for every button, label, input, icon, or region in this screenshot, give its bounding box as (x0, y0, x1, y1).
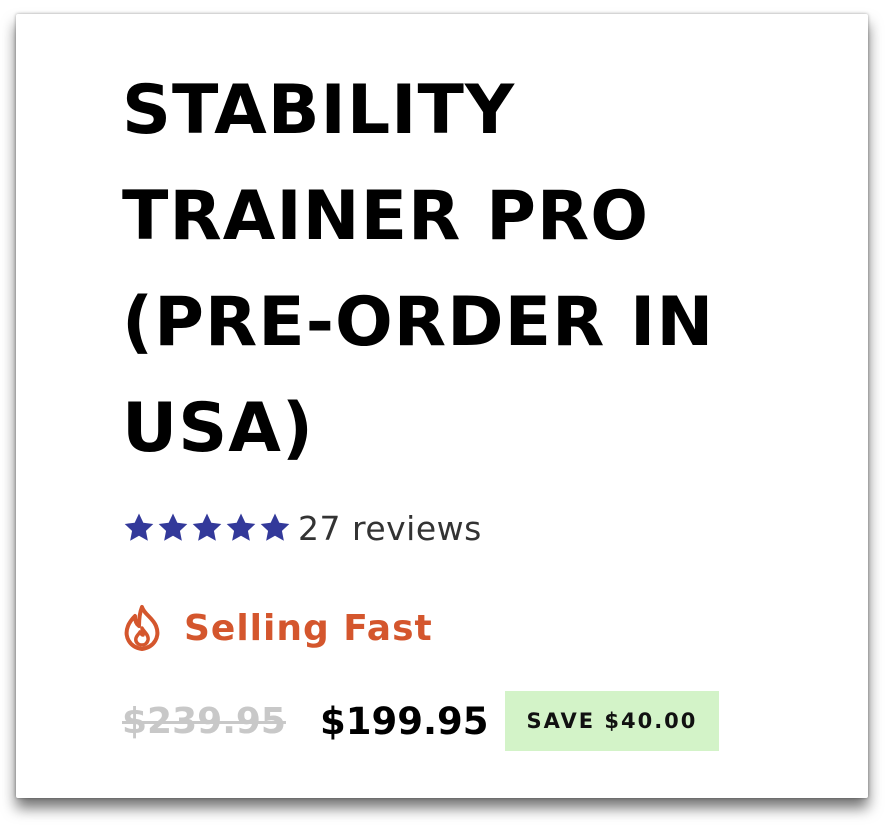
price-row: $239.95 $199.95 SAVE $40.00 (122, 690, 720, 752)
fire-icon (124, 605, 160, 651)
rating-row[interactable]: 27 reviews (122, 505, 482, 551)
star-icon (158, 513, 188, 541)
star-icon (124, 513, 154, 541)
reviews-count-link[interactable]: 27 reviews (298, 509, 482, 548)
savings-badge: SAVE $40.00 (504, 691, 720, 751)
star-icon (226, 513, 256, 541)
star-rating (122, 511, 292, 545)
star-icon (260, 513, 290, 541)
sale-price: $199.95 (319, 699, 489, 743)
original-price: $239.95 (122, 700, 286, 742)
selling-fast-label: Selling Fast (184, 607, 433, 649)
selling-fast-indicator: Selling Fast (120, 602, 433, 654)
product-title: STABILITY TRAINER PRO (PRE-ORDER IN USA) (122, 71, 715, 468)
star-icon (192, 513, 222, 541)
